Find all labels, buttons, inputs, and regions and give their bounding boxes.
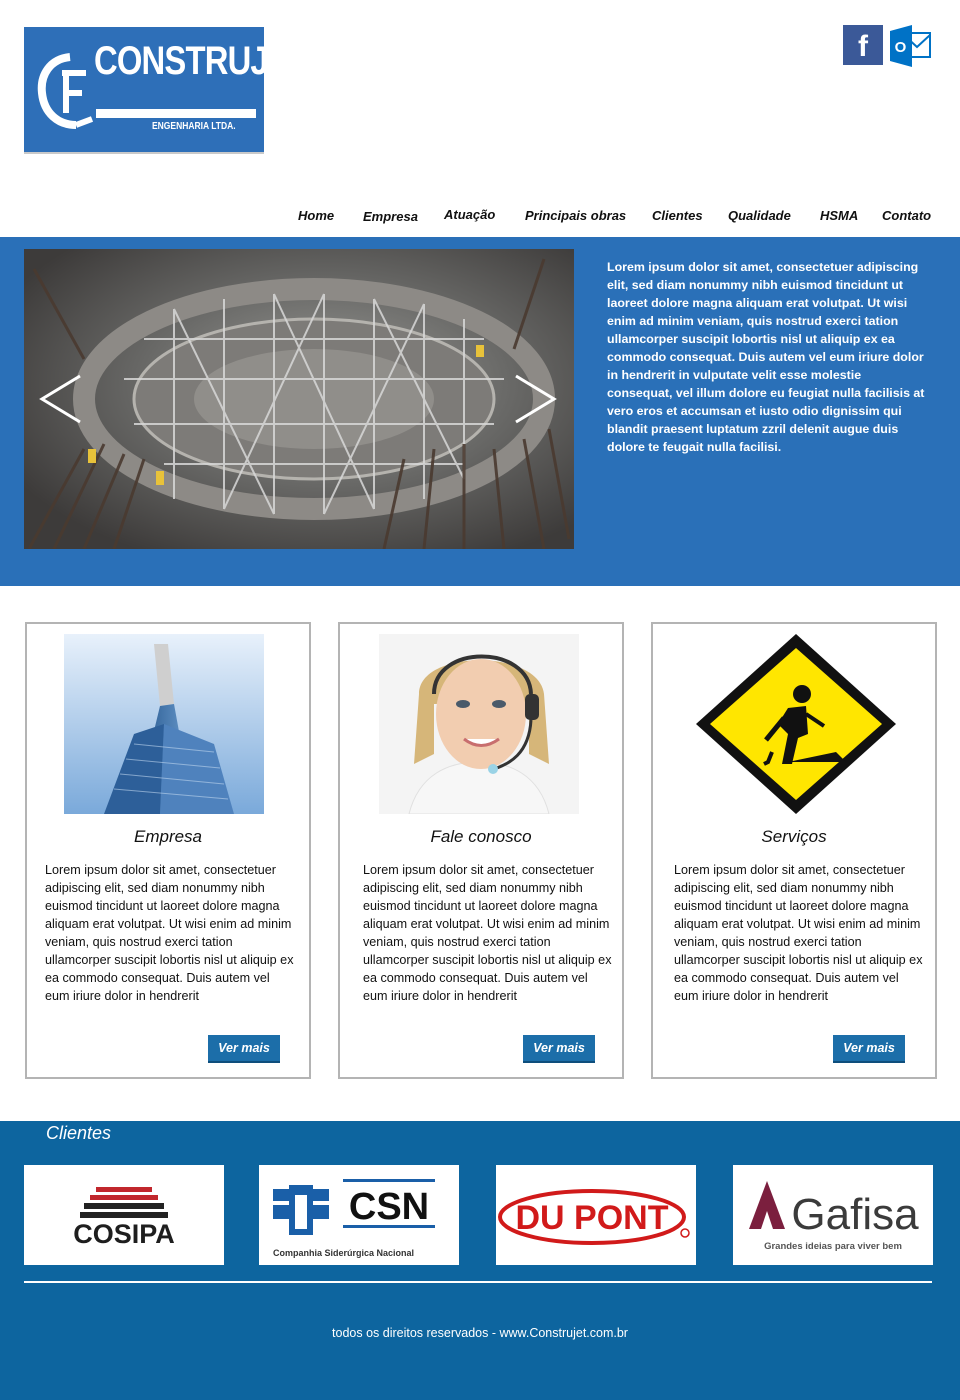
logo-tagline: ENGENHARIA LTDA. (152, 121, 236, 132)
card-servicos: Serviços Lorem ipsum dolor sit amet, con… (651, 622, 937, 1079)
hero-description: Lorem ipsum dolor sit amet, consectetuer… (607, 260, 925, 454)
nav-empresa[interactable]: Empresa (363, 209, 418, 224)
copyright-text: todos os direitos reservados - www.Const… (332, 1326, 628, 1340)
card-description: Lorem ipsum dolor sit amet, consectetuer… (45, 863, 294, 1003)
nav-atuacao[interactable]: Atuação (444, 207, 495, 222)
logo-divider (96, 109, 256, 118)
ver-mais-button[interactable]: Ver mais (833, 1035, 905, 1063)
clients-heading: Clientes (46, 1123, 112, 1143)
card-title: Serviços (761, 827, 827, 846)
hero-banner: Lorem ipsum dolor sit amet, consectetuer… (0, 237, 960, 586)
road-work-sign-image (696, 634, 896, 814)
card-description: Lorem ipsum dolor sit amet, consectetuer… (363, 863, 612, 1003)
client-name: DU PONT (516, 1199, 669, 1237)
facebook-icon[interactable]: f (843, 25, 883, 65)
skyscraper-image (64, 634, 264, 814)
client-name: CSN (349, 1186, 429, 1228)
main-navigation: Home Empresa Atuação Principais obras Cl… (0, 204, 960, 234)
card-title: Fale conosco (430, 827, 532, 846)
client-logo-dupont[interactable]: DU PONT (496, 1165, 696, 1265)
nav-qualidade[interactable]: Qualidade (728, 208, 791, 223)
client-subtitle: Grandes ideias para viver bem (764, 1241, 902, 1252)
nav-clientes[interactable]: Clientes (652, 208, 703, 223)
ver-mais-button[interactable]: Ver mais (523, 1035, 595, 1063)
nav-hsma[interactable]: HSMA (820, 208, 858, 223)
client-logo-cosipa[interactable]: COSIPA (24, 1165, 224, 1265)
outlook-glyph: O (895, 39, 907, 56)
nav-contato[interactable]: Contato (882, 208, 931, 223)
slider-next-arrow-icon[interactable] (510, 374, 560, 424)
client-name: COSIPA (73, 1219, 175, 1249)
outlook-mail-icon[interactable]: O (890, 25, 932, 67)
card-fale-conosco: Fale conosco Lorem ipsum dolor sit amet,… (338, 622, 624, 1079)
card-description: Lorem ipsum dolor sit amet, consectetuer… (674, 863, 923, 1003)
nav-home[interactable]: Home (298, 208, 334, 223)
slider-prev-arrow-icon[interactable] (36, 374, 86, 424)
customer-support-agent-image (379, 634, 579, 814)
client-name: Gafisa (791, 1190, 919, 1239)
card-empresa: Empresa Lorem ipsum dolor sit amet, cons… (25, 622, 311, 1079)
nav-principais-obras[interactable]: Principais obras (525, 208, 626, 223)
client-logo-gafisa[interactable]: Gafisa Grandes ideias para viver bem (733, 1165, 933, 1265)
company-logo[interactable]: CONSTRUJET ENGENHARIA LTDA. (24, 27, 309, 154)
construction-site-slide-image (24, 249, 574, 549)
construjet-logo-icon (37, 53, 94, 129)
logo-name: CONSTRUJET (94, 39, 309, 83)
card-title: Empresa (133, 827, 203, 846)
client-logo-csn[interactable]: CSN Companhia Siderúrgica Nacional (259, 1165, 459, 1265)
footer-divider (24, 1281, 932, 1283)
ver-mais-button[interactable]: Ver mais (208, 1035, 280, 1063)
client-subtitle: Companhia Siderúrgica Nacional (273, 1248, 414, 1258)
footer: Clientes COSIPA CSN Companhia Siderúrgic… (0, 1121, 960, 1400)
